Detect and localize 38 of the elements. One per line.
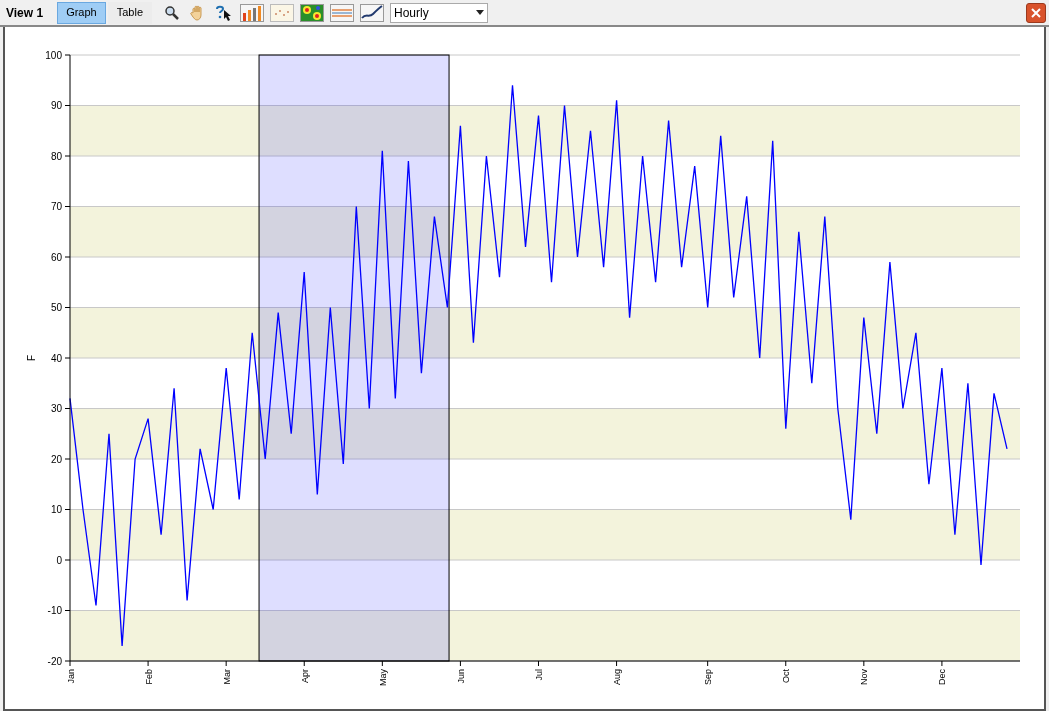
axis-tick-label: 90: [50, 100, 62, 111]
band-chart-icon[interactable]: [330, 3, 354, 22]
interval-dropdown[interactable]: Hourly: [390, 2, 488, 23]
view-tab[interactable]: Graph: [57, 1, 106, 24]
selection-rectangle[interactable]: [258, 54, 450, 662]
view-tab[interactable]: Table: [107, 1, 152, 24]
axis-tick-label: -20: [47, 655, 62, 667]
axis-tick-label: 50: [50, 302, 62, 313]
view-title: View 1: [6, 4, 44, 22]
axis-tick-label: -10: [47, 605, 62, 616]
caret-icon: [476, 10, 484, 15]
bar-chart-icon[interactable]: [240, 3, 264, 22]
axis-tick-label: May: [377, 669, 388, 686]
axis-tick-label: Aug: [612, 669, 623, 685]
line-chart-icon[interactable]: [360, 3, 384, 22]
axis-tick-label: Jul: [534, 669, 544, 681]
axis-tick-label: Nov: [859, 669, 870, 685]
axis-tick-label: Dec: [937, 669, 948, 685]
axis-tick-label: 20: [50, 453, 62, 465]
axis-tick-label: Mar: [221, 669, 232, 685]
axis-title: F: [26, 354, 37, 362]
axis-tick-label: 100: [45, 49, 62, 61]
axis-tick-label: 60: [50, 251, 62, 263]
axis-tick-label: Feb: [143, 669, 154, 685]
axis-tick-label: Jan: [65, 669, 76, 684]
axis-tick-label: Oct: [781, 669, 792, 683]
axis-tick-label: 0: [56, 554, 62, 566]
axis-tick-label: Apr: [299, 669, 310, 683]
heatmap-icon[interactable]: [300, 3, 324, 22]
axis-tick-label: Jun: [455, 669, 466, 684]
axis-tick-label: 40: [50, 352, 62, 364]
axis-tick-label: 10: [50, 504, 62, 515]
axis-tick-label: 70: [50, 201, 62, 212]
axis-tick-label: 80: [50, 150, 62, 162]
close-icon: [1031, 7, 1041, 18]
close-button[interactable]: [1026, 2, 1046, 23]
axis-tick-label: 30: [50, 403, 62, 414]
axis-tick-label: Sep: [703, 669, 714, 685]
